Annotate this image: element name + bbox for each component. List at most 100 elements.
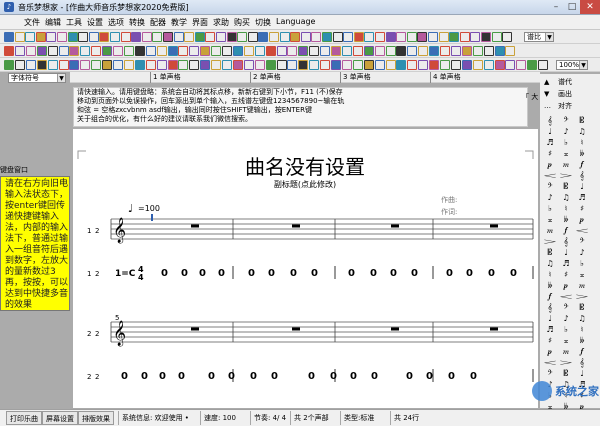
numeric-note[interactable]: 0 <box>406 371 413 382</box>
whole-rest[interactable] <box>292 224 300 228</box>
toolbar-2-tool-icon[interactable] <box>113 46 123 56</box>
close-button[interactable]: ✕ <box>580 0 600 14</box>
toolbar-3-tool-icon[interactable] <box>167 60 178 70</box>
menu-item-10[interactable]: 购买 <box>234 17 250 28</box>
toolbar-3-tool-icon[interactable] <box>265 60 276 70</box>
whole-rest[interactable] <box>191 224 199 228</box>
palette-glyph-icon[interactable]: ♫ <box>544 259 556 268</box>
palette-glyph-icon[interactable]: ♮ <box>576 138 588 147</box>
toolbar-3-tool-icon[interactable] <box>243 60 254 70</box>
toolbar-1-tool-icon[interactable] <box>481 32 491 42</box>
section-1[interactable]: 1 单声格 <box>150 72 250 83</box>
toolbar-3-tool-icon[interactable] <box>145 60 156 70</box>
minimize-button[interactable]: – <box>548 0 564 14</box>
palette-glyph-icon[interactable]: 𝄞 <box>544 303 556 312</box>
whole-rest[interactable] <box>490 327 498 331</box>
toolbar-2-tool-icon[interactable] <box>450 46 461 56</box>
key-signature[interactable]: 1=C <box>115 269 136 279</box>
palette-glyph-icon[interactable]: 𝆏 <box>560 281 572 290</box>
toolbar-3-tool-icon[interactable] <box>385 60 396 70</box>
toolbar-1-tool-icon[interactable] <box>343 32 354 42</box>
palette-arrow-0[interactable]: ▲ <box>544 78 549 87</box>
toolbar-3-tool-icon[interactable] <box>156 60 167 70</box>
numeric-note[interactable]: 0 <box>370 268 377 279</box>
palette-glyph-icon[interactable]: 𝄫 <box>544 281 556 290</box>
toolbar-2-tool-icon[interactable] <box>407 46 418 56</box>
palette-glyph-icon[interactable]: 𝄞 <box>576 358 588 367</box>
toolbar-2-tool-icon[interactable] <box>363 46 374 56</box>
toolbar-2-tool-icon[interactable] <box>80 46 91 56</box>
numeric-note[interactable]: 0 <box>159 371 166 382</box>
toolbar-3-tool-icon[interactable] <box>450 60 461 70</box>
numeric-note[interactable]: 0 <box>308 371 315 382</box>
toolbar-3-tool-icon[interactable] <box>123 60 134 70</box>
toolbar-1-tool-icon[interactable] <box>290 32 301 42</box>
toolbar-3-tool-icon[interactable] <box>222 60 232 70</box>
toolbar-2-tool-icon[interactable] <box>265 46 276 56</box>
toolbar-3-tool-icon[interactable] <box>25 60 36 70</box>
tempo-mark[interactable]: =100 <box>138 204 160 213</box>
palette-glyph-icon[interactable]: 𝆓 <box>560 171 572 180</box>
palette-glyph-icon[interactable]: ♩ <box>576 182 588 191</box>
palette-glyph-icon[interactable]: 𝄡 <box>560 182 572 191</box>
palette-glyph-icon[interactable]: ♮ <box>560 204 572 213</box>
toolbar-1-tool-icon[interactable] <box>279 32 290 42</box>
toolbar-1-tool-icon[interactable] <box>46 32 57 42</box>
toolbar-1-tool-icon[interactable] <box>152 32 163 42</box>
palette-glyph-icon[interactable]: ♮ <box>544 270 556 279</box>
toolbar-1-tool-icon[interactable] <box>4 32 14 42</box>
palette-glyph-icon[interactable]: 𝄪 <box>576 270 588 279</box>
palette-glyph-icon[interactable]: 𝄞 <box>560 237 572 246</box>
palette-glyph-icon[interactable]: 𝆒 <box>576 226 588 235</box>
toolbar-2-tool-icon[interactable] <box>47 46 58 56</box>
toolbar-3-tool-icon[interactable] <box>178 60 189 70</box>
toolbar-3-tool-icon[interactable] <box>254 60 265 70</box>
palette-glyph-icon[interactable]: ♬ <box>576 193 588 202</box>
composer-label[interactable]: 作词: <box>441 207 457 216</box>
toolbar-2-tool-icon[interactable] <box>156 46 167 56</box>
palette-glyph-icon[interactable]: 𝆏 <box>544 160 556 169</box>
menu-item-0[interactable]: 文件 <box>24 17 40 28</box>
palette-btn-1[interactable]: 画出 <box>558 90 572 99</box>
toolbar-1-tool-icon[interactable] <box>364 32 375 42</box>
toolbar-3-tool-icon[interactable] <box>14 60 25 70</box>
status-tab-1[interactable]: 屏幕设置 <box>42 411 78 425</box>
toolbar-3-tool-icon[interactable] <box>211 60 222 70</box>
palette-glyph-icon[interactable]: ♪ <box>544 193 556 202</box>
toolbar-2-tool-icon[interactable] <box>69 46 80 56</box>
toolbar-3-tool-icon[interactable] <box>102 60 113 70</box>
toolbar-1-tool-icon[interactable] <box>57 32 67 42</box>
toolbar-3-tool-icon[interactable] <box>429 60 440 70</box>
toolbar-3-tool-icon[interactable] <box>363 60 374 70</box>
menu-item-6[interactable]: 配器 <box>150 17 166 28</box>
palette-btn-2[interactable]: 对齐 <box>558 102 572 111</box>
toolbar-3-tool-icon[interactable] <box>4 60 14 70</box>
toolbar-2-tool-icon[interactable] <box>396 46 407 56</box>
numeric-note[interactable]: 0 <box>510 268 517 279</box>
palette-glyph-icon[interactable]: ♩ <box>576 369 588 378</box>
toolbar-3-tool-icon[interactable] <box>472 60 483 70</box>
score-page[interactable]: 曲名没有设置 副标题(点此修改) 作曲: 作词: 𝄞 1 2 𝄞 2 2 1200000… <box>73 129 538 408</box>
toolbar-1-tool-icon[interactable] <box>67 32 78 42</box>
numeric-note[interactable]: 0 <box>466 268 473 279</box>
palette-glyph-icon[interactable]: 𝄡 <box>576 303 588 312</box>
toolbar-1-tool-icon[interactable] <box>449 32 460 42</box>
toolbar-2-tool-icon[interactable] <box>352 46 363 56</box>
toolbar-3-tool-icon[interactable] <box>483 60 494 70</box>
numeric-note[interactable]: 0 <box>178 371 185 382</box>
numeric-note[interactable]: 0 <box>181 268 188 279</box>
toolbar-2-tool-icon[interactable] <box>14 46 25 56</box>
toolbar-3-tool-icon[interactable] <box>516 60 527 70</box>
toolbar-2-tool-icon[interactable] <box>145 46 156 56</box>
section-2[interactable]: 2 单声格 <box>250 72 340 83</box>
toolbar-1-tool-icon[interactable] <box>459 32 470 42</box>
toolbar-3-tool-icon[interactable] <box>189 60 200 70</box>
toolbar-1-tool-icon[interactable] <box>406 32 417 42</box>
menu-item-8[interactable]: 界面 <box>192 17 208 28</box>
toolbar-2-tool-icon[interactable] <box>320 46 331 56</box>
toolbar-1-tool-icon[interactable] <box>216 32 226 42</box>
toolbar-2-tool-icon[interactable] <box>309 46 320 56</box>
toolbar-1-tool-icon[interactable] <box>247 32 258 42</box>
toolbar-2-tool-icon[interactable] <box>483 46 494 56</box>
palette-glyph-icon[interactable]: ♬ <box>544 325 556 334</box>
